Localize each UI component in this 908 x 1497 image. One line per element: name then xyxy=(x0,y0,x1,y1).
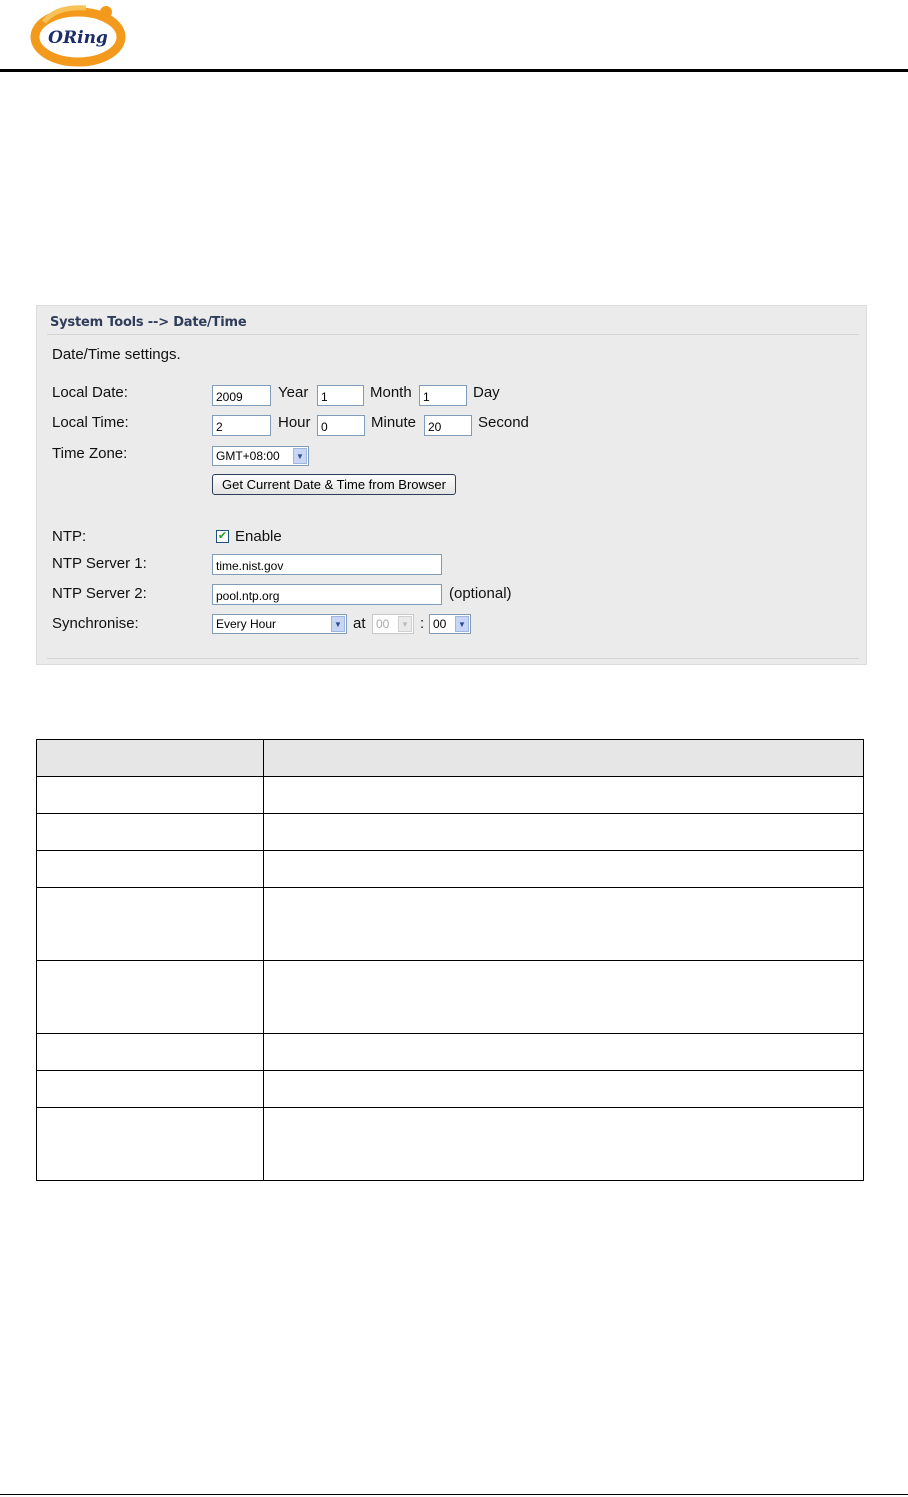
sync-interval-value: Every Hour xyxy=(216,617,277,631)
table-cell xyxy=(36,1107,264,1181)
table-cell xyxy=(263,776,864,814)
oring-logo: ORing xyxy=(26,2,130,68)
table-header-cell xyxy=(36,739,264,777)
local-date-label: Local Date: xyxy=(52,384,128,401)
table-cell xyxy=(36,1033,264,1071)
time-zone-value: GMT+08:00 xyxy=(216,449,280,463)
sync-interval-select[interactable]: Every Hour ▼ xyxy=(212,614,347,634)
time-zone-label: Time Zone: xyxy=(52,445,128,462)
hour-input[interactable] xyxy=(212,415,271,436)
table-cell xyxy=(36,776,264,814)
ntp-server-2-label: NTP Server 2: xyxy=(52,585,147,602)
second-input[interactable] xyxy=(424,415,472,436)
breadcrumb: System Tools --> Date/Time xyxy=(50,315,247,330)
minute-input[interactable] xyxy=(317,415,365,436)
ntp-enable-label: Enable xyxy=(235,528,282,545)
ntp-server-2-input[interactable] xyxy=(212,584,442,605)
get-browser-time-button[interactable]: Get Current Date & Time from Browser xyxy=(212,474,456,495)
month-input[interactable] xyxy=(317,385,364,406)
divider xyxy=(47,658,859,659)
sync-minute-select[interactable]: 00 ▼ xyxy=(429,614,471,634)
sync-minute-value: 00 xyxy=(433,617,447,631)
header-rule xyxy=(0,69,908,72)
year-input[interactable] xyxy=(212,385,271,406)
table-cell xyxy=(263,1033,864,1071)
ntp-server-1-label: NTP Server 1: xyxy=(52,555,147,572)
table-row xyxy=(36,960,864,1034)
date-time-panel: System Tools --> Date/Time Date/Time set… xyxy=(36,305,867,665)
time-separator: : xyxy=(420,615,425,632)
table-header-row xyxy=(36,739,864,777)
chevron-down-icon: ▼ xyxy=(455,616,469,632)
second-unit: Second xyxy=(478,414,529,431)
local-time-label: Local Time: xyxy=(52,414,129,431)
ntp-label: NTP: xyxy=(52,528,87,545)
section-title: Date/Time settings. xyxy=(52,346,181,363)
month-unit: Month xyxy=(370,384,412,401)
table-cell xyxy=(263,1070,864,1108)
table-row xyxy=(36,776,864,814)
check-icon: ✔ xyxy=(217,530,228,542)
footer-rule xyxy=(0,1494,908,1495)
table-cell xyxy=(36,1070,264,1108)
table-cell xyxy=(263,1107,864,1181)
optional-note: (optional) xyxy=(449,585,512,602)
logo-wordmark: ORing xyxy=(48,28,108,48)
table-row xyxy=(36,887,864,961)
divider xyxy=(47,334,859,335)
table-cell xyxy=(263,813,864,851)
at-label: at xyxy=(353,615,366,632)
time-zone-select[interactable]: GMT+08:00 ▼ xyxy=(212,446,309,466)
table-row xyxy=(36,850,864,888)
ntp-enable-checkbox[interactable]: ✔ xyxy=(216,530,229,543)
hour-unit: Hour xyxy=(278,414,311,431)
ntp-server-1-input[interactable] xyxy=(212,554,442,575)
table-cell xyxy=(36,813,264,851)
table-cell xyxy=(263,960,864,1034)
description-table xyxy=(36,739,864,1181)
chevron-down-icon: ▼ xyxy=(293,448,307,464)
table-row xyxy=(36,813,864,851)
table-cell xyxy=(263,850,864,888)
table-cell xyxy=(263,887,864,961)
synchronise-label: Synchronise: xyxy=(52,615,139,632)
day-unit: Day xyxy=(473,384,500,401)
minute-unit: Minute xyxy=(371,414,417,431)
table-cell xyxy=(36,960,264,1034)
table-row xyxy=(36,1070,864,1108)
table-row xyxy=(36,1033,864,1071)
chevron-down-icon: ▼ xyxy=(331,616,345,632)
chevron-down-icon: ▼ xyxy=(398,616,412,632)
table-row xyxy=(36,1107,864,1181)
year-unit: Year xyxy=(278,384,309,401)
sync-hour-value: 00 xyxy=(376,617,390,631)
table-cell xyxy=(36,887,264,961)
table-cell xyxy=(36,850,264,888)
day-input[interactable] xyxy=(419,385,467,406)
table-header-cell xyxy=(263,739,864,777)
sync-hour-select: 00 ▼ xyxy=(372,614,414,634)
